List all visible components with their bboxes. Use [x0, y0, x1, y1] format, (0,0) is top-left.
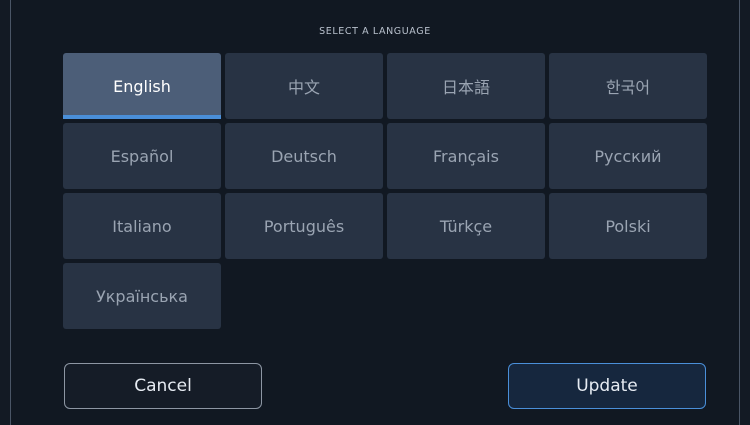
- language-label: Türkçe: [439, 216, 493, 236]
- language-grid: English 中文 日本語 한국어 Español Deutsch Franç…: [63, 53, 708, 329]
- language-label: Polski: [605, 216, 651, 236]
- update-button[interactable]: Update: [508, 363, 706, 409]
- language-option-spanish[interactable]: Español: [63, 123, 221, 189]
- language-option-portuguese[interactable]: Português: [225, 193, 383, 259]
- language-label: Italiano: [112, 216, 172, 236]
- language-label: Русский: [594, 146, 662, 166]
- language-dialog: SELECT A LANGUAGE English 中文 日本語 한국어 Esp…: [10, 0, 740, 425]
- language-label: Deutsch: [271, 146, 337, 166]
- language-label: 日本語: [441, 78, 490, 97]
- selected-indicator: [63, 115, 221, 119]
- language-option-english[interactable]: English: [63, 53, 221, 119]
- cancel-button[interactable]: Cancel: [64, 363, 262, 409]
- language-label: Українська: [96, 286, 188, 306]
- language-option-french[interactable]: Français: [387, 123, 545, 189]
- language-option-ukrainian[interactable]: Українська: [63, 263, 221, 329]
- language-option-russian[interactable]: Русский: [549, 123, 707, 189]
- language-option-chinese[interactable]: 中文: [225, 53, 383, 119]
- language-option-italian[interactable]: Italiano: [63, 193, 221, 259]
- language-option-japanese[interactable]: 日本語: [387, 53, 545, 119]
- language-label: 한국어: [605, 78, 651, 97]
- language-label: Español: [110, 146, 174, 166]
- language-option-german[interactable]: Deutsch: [225, 123, 383, 189]
- dialog-title: SELECT A LANGUAGE: [319, 26, 431, 37]
- language-label: English: [113, 76, 171, 96]
- language-label: Français: [433, 146, 499, 166]
- language-label: Português: [263, 216, 345, 236]
- language-option-turkish[interactable]: Türkçe: [387, 193, 545, 259]
- language-label: 中文: [287, 78, 320, 97]
- language-option-korean[interactable]: 한국어: [549, 53, 707, 119]
- language-option-polish[interactable]: Polski: [549, 193, 707, 259]
